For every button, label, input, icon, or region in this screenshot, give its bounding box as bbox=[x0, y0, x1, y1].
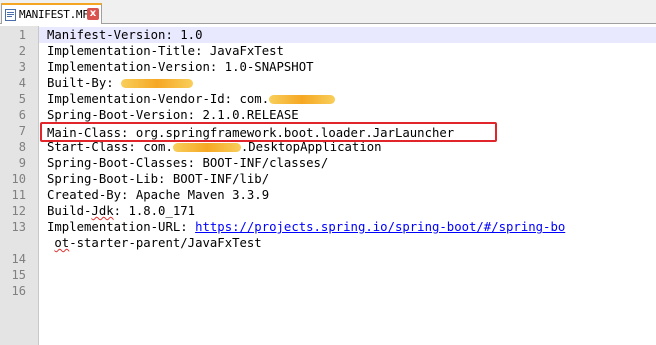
line-number: 4 bbox=[18, 76, 26, 90]
redacted-text bbox=[269, 95, 336, 104]
line-number: 16 bbox=[11, 284, 26, 298]
tab-label: MANIFEST.MF bbox=[19, 8, 89, 21]
line-number-gutter: 1 2 3 4 5 6 7 8 9 10 11 12 13 14 15 16 bbox=[0, 26, 39, 345]
code-line-created-by: Created-By: Apache Maven 3.3.9 bbox=[47, 188, 270, 202]
url-continuation-text: -starter-parent/JavaFxTest bbox=[69, 236, 262, 250]
code-line-implementation-version: Implementation-Version: 1.0-SNAPSHOT bbox=[47, 60, 314, 74]
close-icon[interactable]: x bbox=[87, 8, 99, 20]
line-number: 6 bbox=[18, 108, 26, 122]
line-number: 8 bbox=[18, 140, 26, 154]
build-jdk-suffix: : 1.8.0_171 bbox=[113, 204, 196, 218]
redacted-text bbox=[121, 79, 194, 88]
line-number: 15 bbox=[11, 268, 26, 282]
line-number: 3 bbox=[18, 60, 26, 74]
spell-error-ot: ot bbox=[54, 236, 70, 250]
code-line-spring-boot-version: Spring-Boot-Version: 2.1.0.RELEASE bbox=[47, 108, 299, 122]
implementation-url-link[interactable]: https://projects.spring.io/spring-boot/#… bbox=[195, 220, 565, 234]
spell-error-jdk: Jdk bbox=[91, 204, 114, 218]
file-icon bbox=[5, 9, 16, 21]
code-line-spring-boot-classes: Spring-Boot-Classes: BOOT-INF/classes/ bbox=[47, 156, 329, 170]
start-class-suffix: .DesktopApplication bbox=[240, 140, 382, 154]
line-number: 5 bbox=[18, 92, 26, 106]
line-number: 10 bbox=[11, 172, 26, 186]
build-jdk-prefix: Build- bbox=[47, 204, 92, 218]
vendor-id-key: Implementation-Vendor-Id: com. bbox=[47, 92, 270, 106]
code-line-url-continuation: ot-starter-parent/JavaFxTest bbox=[47, 235, 262, 251]
line-number: 1 bbox=[18, 28, 26, 42]
line-number: 9 bbox=[18, 156, 26, 170]
line-number: 7 bbox=[18, 124, 26, 138]
code-line-built-by: Built-By: bbox=[47, 75, 194, 91]
editor-area[interactable]: 1 2 3 4 5 6 7 8 9 10 11 12 13 14 15 16 M… bbox=[0, 26, 656, 345]
code-line-implementation-vendor-id: Implementation-Vendor-Id: com. bbox=[47, 91, 336, 107]
line-number: 12 bbox=[11, 204, 26, 218]
implementation-url-key: Implementation-URL: bbox=[47, 220, 196, 234]
line-number: 2 bbox=[18, 44, 26, 58]
code-line-implementation-title: Implementation-Title: JavaFxTest bbox=[47, 44, 284, 58]
start-class-key: Start-Class: com. bbox=[47, 140, 173, 154]
main-class-highlight-box bbox=[40, 122, 497, 142]
tab-bar: MANIFEST.MF x bbox=[0, 0, 656, 24]
built-by-key: Built-By: bbox=[47, 76, 122, 90]
code-line-implementation-url: Implementation-URL: https://projects.spr… bbox=[47, 219, 565, 235]
tab-manifest[interactable]: MANIFEST.MF x bbox=[1, 3, 102, 24]
line-number: 14 bbox=[11, 252, 26, 266]
code-line-spring-boot-lib: Spring-Boot-Lib: BOOT-INF/lib/ bbox=[47, 172, 270, 186]
code-line-manifest-version: Manifest-Version: 1.0 bbox=[47, 28, 203, 42]
redacted-text bbox=[172, 143, 241, 152]
code-line-build-jdk: Build-Jdk: 1.8.0_171 bbox=[47, 203, 195, 219]
line-number: 11 bbox=[11, 188, 26, 202]
line-number: 13 bbox=[11, 220, 26, 234]
